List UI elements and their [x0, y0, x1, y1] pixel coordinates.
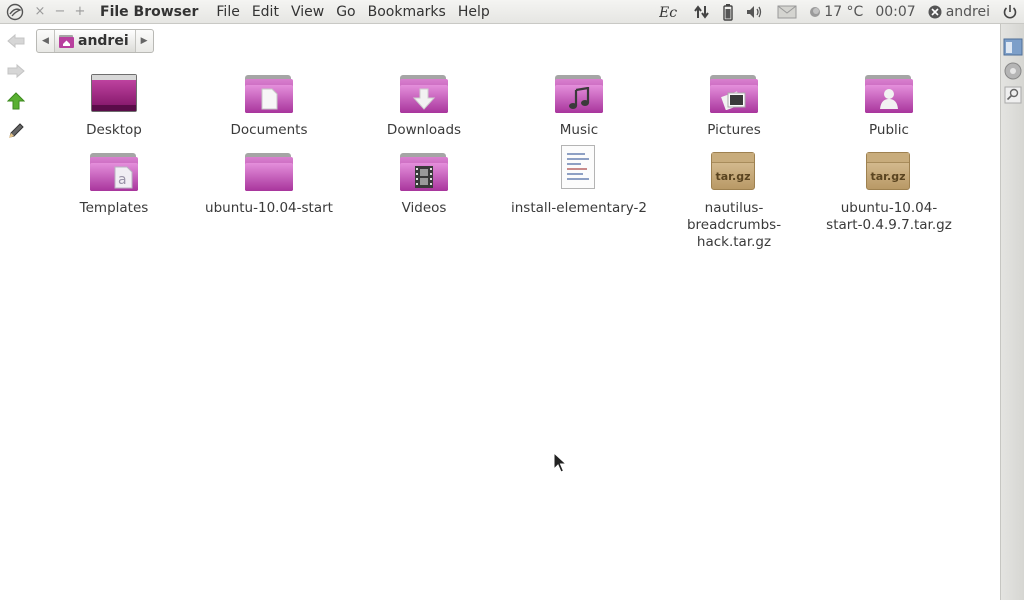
file-item[interactable]: a Templates — [39, 148, 189, 217]
volume-icon[interactable] — [739, 0, 771, 24]
templates-folder-icon: a — [88, 148, 140, 196]
file-item-label: Documents — [230, 122, 308, 138]
file-item[interactable]: install-elementary-2 — [504, 145, 654, 217]
input-method-icon[interactable]: Ec — [653, 0, 687, 24]
search-icon — [1004, 86, 1022, 104]
breadcrumb: ◀ andrei ▶ — [36, 29, 154, 53]
up-arrow-icon — [7, 92, 25, 110]
mail-icon[interactable] — [771, 0, 803, 24]
close-window-button[interactable]: × — [30, 0, 50, 24]
menu-edit[interactable]: Edit — [246, 4, 285, 20]
videos-folder-icon — [398, 148, 450, 196]
minimize-window-button[interactable]: − — [50, 0, 70, 24]
breadcrumb-label: andrei — [78, 33, 129, 49]
maximize-window-button[interactable]: + — [70, 0, 90, 24]
music-folder-icon — [553, 70, 605, 118]
documents-folder-icon — [243, 70, 295, 118]
file-item-label: Music — [559, 122, 599, 138]
svg-text:Ec: Ec — [659, 5, 677, 20]
svg-text:a: a — [118, 172, 127, 188]
places-sidebar-button[interactable] — [1002, 36, 1024, 58]
file-item[interactable]: tar.gz nautilus-breadcrumbs-hack.tar.gz — [659, 148, 809, 251]
pictures-folder-icon — [708, 70, 760, 118]
menu-view[interactable]: View — [285, 4, 330, 20]
battery-icon[interactable] — [717, 0, 739, 24]
weather-icon — [810, 7, 821, 17]
sidebar-toggle-strip — [1000, 24, 1024, 600]
menu-go[interactable]: Go — [330, 4, 361, 20]
breadcrumb-left-arrow-icon[interactable]: ◀ — [37, 30, 54, 52]
menu-bar: File Edit View Go Bookmarks Help — [210, 4, 495, 20]
file-item-label: Downloads — [386, 122, 462, 138]
archive-icon: tar.gz — [863, 148, 915, 196]
back-button[interactable] — [0, 26, 32, 56]
file-item[interactable]: Downloads — [349, 70, 499, 139]
navigation-toolbar — [0, 26, 32, 146]
clock[interactable]: 00:07 — [869, 0, 921, 24]
file-item-label: Desktop — [86, 122, 142, 138]
user-name: andrei — [945, 4, 990, 20]
search-sidebar-button[interactable] — [1002, 84, 1024, 106]
user-menu[interactable]: andrei — [922, 0, 996, 24]
home-folder-icon — [59, 34, 74, 48]
menu-help[interactable]: Help — [452, 4, 496, 20]
archive-icon: tar.gz — [708, 148, 760, 196]
file-item-label: install-elementary-2 — [511, 200, 647, 216]
file-item[interactable]: Desktop — [39, 70, 189, 139]
weather-temperature: 17 °C — [824, 4, 864, 20]
archive-badge: tar.gz — [715, 170, 751, 183]
file-item-label: Videos — [401, 200, 447, 216]
weather-indicator[interactable]: 17 °C — [803, 0, 869, 24]
file-item-label: nautilus-breadcrumbs-hack.tar.gz — [686, 200, 782, 250]
file-item[interactable]: Videos — [349, 148, 499, 217]
desktop-icon — [88, 70, 140, 118]
forward-button[interactable] — [0, 56, 32, 86]
file-item[interactable]: Pictures — [659, 70, 809, 139]
information-sidebar-button[interactable] — [1002, 60, 1024, 82]
file-item[interactable]: Documents — [194, 70, 344, 139]
breadcrumb-home-segment[interactable]: andrei — [54, 30, 136, 52]
file-item[interactable]: Music — [504, 70, 654, 139]
file-item-label: Templates — [79, 200, 149, 216]
file-item-label: Public — [869, 122, 909, 138]
file-item[interactable]: ubuntu-10.04-start — [194, 148, 344, 217]
public-folder-icon — [863, 70, 915, 118]
back-arrow-icon — [7, 33, 25, 49]
file-item-label: Pictures — [707, 122, 761, 138]
edit-location-button[interactable] — [0, 116, 32, 146]
menu-file[interactable]: File — [210, 4, 245, 20]
top-panel: × − + File Browser File Edit View Go Boo… — [0, 0, 1024, 24]
user-status-icon — [928, 5, 942, 19]
forward-arrow-icon — [7, 63, 25, 79]
system-tray: Ec 17 °C 00:07 andrei — [653, 0, 1024, 24]
mouse-cursor-icon — [553, 452, 567, 473]
app-title: File Browser — [100, 3, 199, 20]
elementary-logo-icon[interactable] — [0, 0, 30, 24]
information-icon — [1004, 62, 1022, 80]
pencil-icon — [9, 123, 24, 138]
archive-badge: tar.gz — [870, 170, 906, 183]
file-item-label: ubuntu-10.04-start — [205, 200, 333, 216]
places-icon — [1003, 38, 1023, 56]
file-item[interactable]: Public — [814, 70, 964, 139]
up-button[interactable] — [0, 86, 32, 116]
network-icon[interactable] — [687, 0, 717, 24]
power-icon[interactable] — [996, 0, 1024, 24]
breadcrumb-right-arrow-icon[interactable]: ▶ — [136, 30, 153, 52]
folder-icon — [243, 148, 295, 196]
text-file-icon — [553, 145, 605, 193]
downloads-folder-icon — [398, 70, 450, 118]
file-item[interactable]: tar.gz ubuntu-10.04-start-0.4.9.7.tar.gz — [814, 148, 964, 234]
file-item-label: ubuntu-10.04-start-0.4.9.7.tar.gz — [826, 200, 952, 233]
menu-bookmarks[interactable]: Bookmarks — [362, 4, 452, 20]
